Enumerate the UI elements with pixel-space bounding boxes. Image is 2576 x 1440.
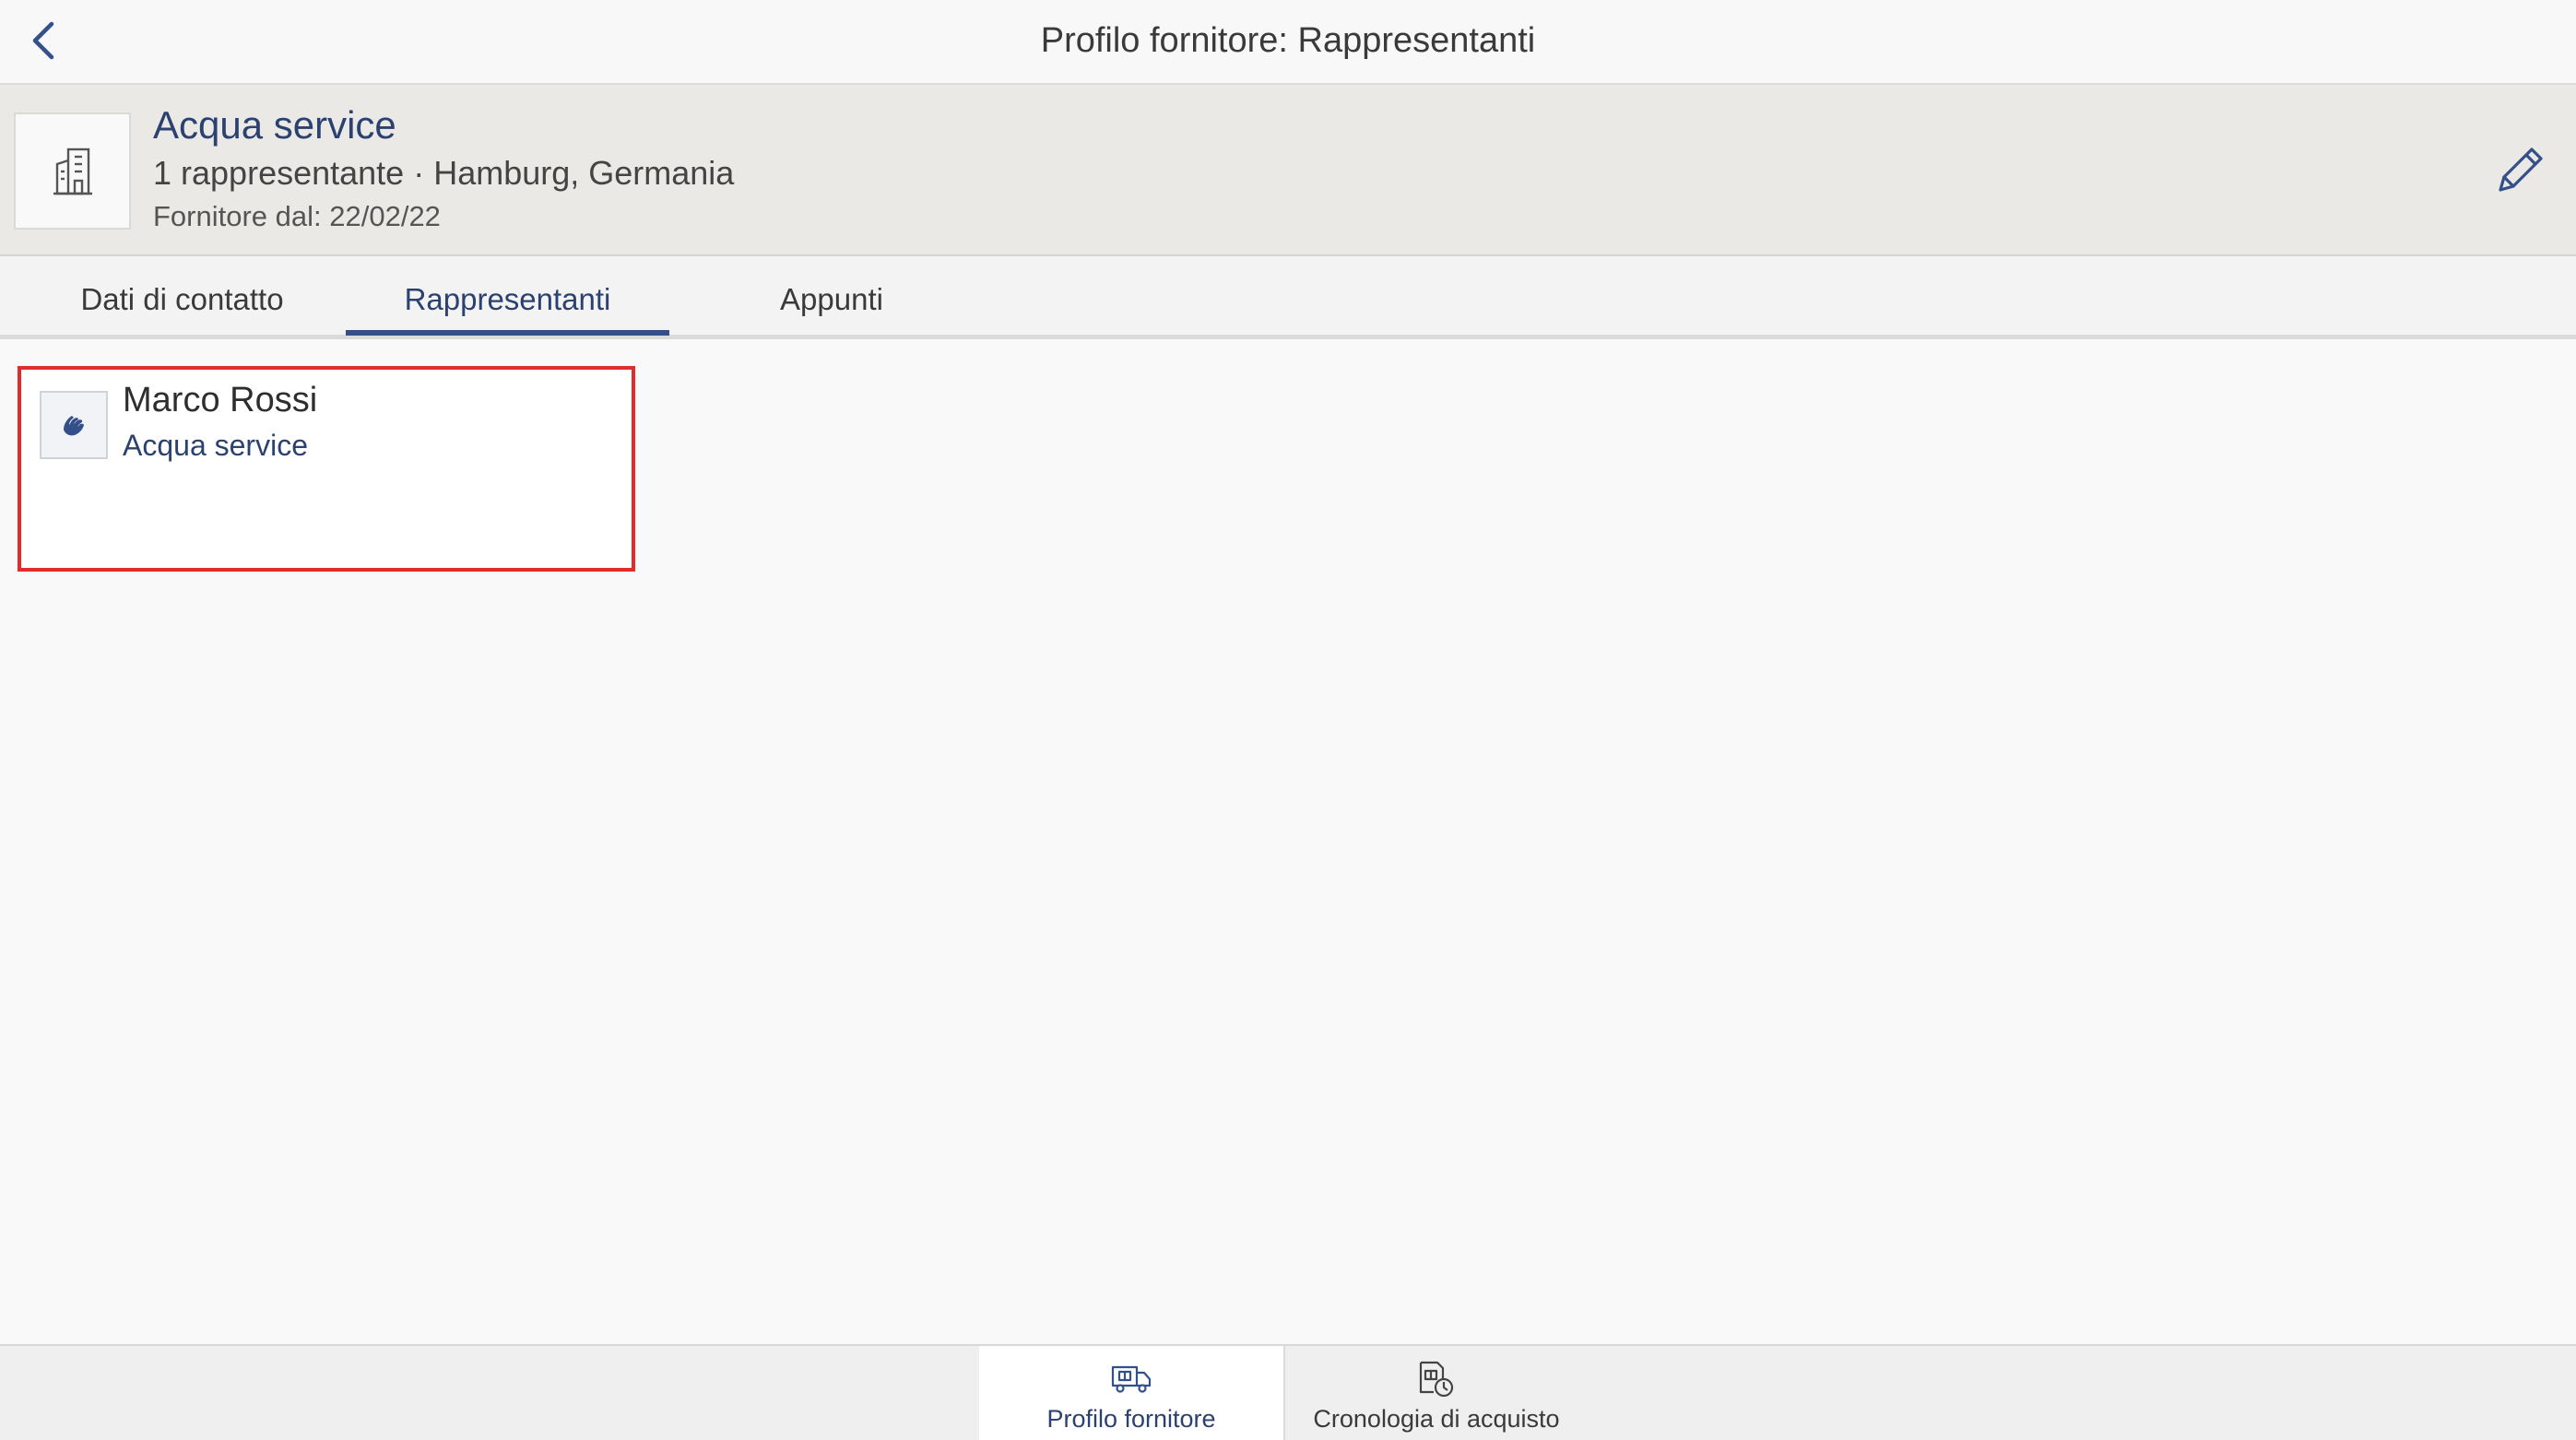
edit-supplier-button[interactable]	[2487, 140, 2550, 203]
active-tab-indicator	[346, 330, 669, 336]
pencil-icon	[2499, 148, 2543, 192]
supplier-name: Acqua service	[153, 103, 396, 147]
supplier-summary: 1 rappresentante · Hamburg, Germania	[153, 154, 735, 192]
representative-company: Acqua service	[123, 429, 308, 462]
supplier-header: Acqua service 1 rappresentante · Hamburg…	[0, 85, 2576, 256]
supplier-since-date: Fornitore dal: 22/02/22	[153, 200, 441, 232]
bottom-tab-bar: Profilo fornitore Cronologia di acquisto	[0, 1344, 2576, 1440]
page-title: Profilo fornitore: Rappresentanti	[1040, 21, 1536, 60]
tab-bar: Dati di contatto Rappresentanti Appunti	[0, 256, 2576, 339]
purchase-history-icon	[1419, 1361, 1454, 1398]
bottom-tab-cronologia-di-acquisto[interactable]: Cronologia di acquisto	[1283, 1346, 1588, 1440]
representative-name: Marco Rossi	[123, 381, 318, 419]
tab-dati-di-contatto[interactable]: Dati di contatto	[18, 256, 346, 335]
representative-card[interactable]: Marco Rossi Acqua service	[18, 366, 635, 572]
bottom-tab-label: Cronologia di acquisto	[1313, 1405, 1560, 1433]
tab-appunti[interactable]: Appunti	[669, 256, 994, 335]
building-icon	[53, 148, 92, 195]
bottom-tab-profilo-fornitore[interactable]: Profilo fornitore	[979, 1346, 1283, 1440]
top-navigation-bar: Profilo fornitore: Rappresentanti	[0, 0, 2576, 85]
representative-avatar	[40, 391, 108, 459]
supplier-truck-icon	[1111, 1365, 1152, 1393]
bottom-tab-label: Profilo fornitore	[1046, 1405, 1216, 1433]
supplier-avatar	[14, 112, 131, 230]
handshake-icon	[64, 416, 84, 436]
tab-rappresentanti[interactable]: Rappresentanti	[346, 256, 669, 335]
